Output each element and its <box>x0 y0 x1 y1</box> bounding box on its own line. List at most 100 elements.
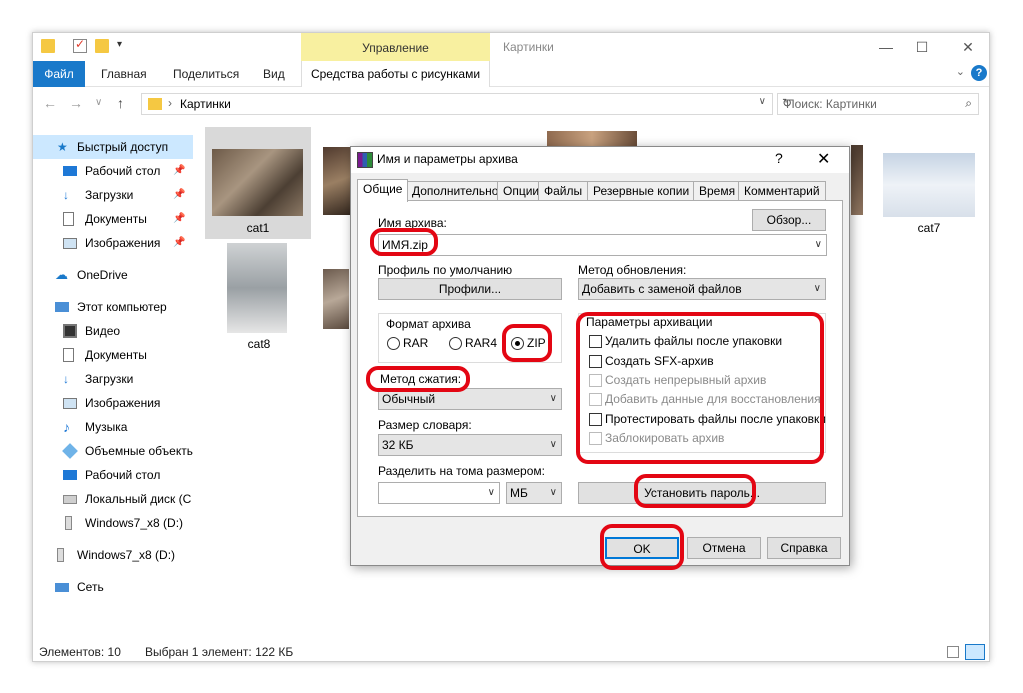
forward-arrow-icon[interactable]: → <box>69 95 83 111</box>
recovery-record-checkbox <box>589 393 602 406</box>
image-thumbnail <box>212 149 303 216</box>
file-item[interactable] <box>323 269 349 331</box>
file-item[interactable]: cat8 <box>223 239 295 351</box>
sidebar-item-video[interactable]: Видео <box>33 319 193 343</box>
tab-advanced[interactable]: Дополнительно <box>406 181 505 201</box>
context-tab-manage[interactable]: Управление <box>301 33 490 61</box>
large-icons-view-icon[interactable] <box>965 644 985 660</box>
split-label: Разделить на тома размером: <box>378 464 545 478</box>
set-password-button[interactable]: Установить пароль... <box>578 482 826 504</box>
pin-icon[interactable]: 📌 <box>173 231 185 255</box>
update-method-label: Метод обновления: <box>578 263 687 277</box>
sidebar-item-label: Локальный диск (C <box>85 492 192 506</box>
ok-button[interactable]: OK <box>605 537 679 559</box>
archive-name-label: Имя архива: <box>378 216 447 230</box>
delete-after-checkbox[interactable] <box>589 335 602 348</box>
dict-size-select[interactable]: 32 КБ ∨ <box>378 434 562 456</box>
sidebar-item-downloads-pc[interactable]: ↓ Загрузки <box>33 367 193 391</box>
tab-backup[interactable]: Резервные копии <box>587 181 696 201</box>
sidebar-item-this-pc[interactable]: Этот компьютер <box>33 295 193 319</box>
compression-select[interactable]: Обычный ∨ <box>378 388 562 410</box>
sidebar-item-label: Сеть <box>77 580 104 594</box>
update-method-value: Добавить с заменой файлов <box>582 282 742 296</box>
minimize-button[interactable]: — <box>871 36 901 58</box>
sidebar-item-3d-objects[interactable]: Объемные объекты <box>33 439 193 463</box>
file-name: cat7 <box>917 221 941 235</box>
sidebar-item-label: Загрузки <box>85 188 134 202</box>
sidebar-item-label: Изображения <box>85 396 161 410</box>
chevron-down-icon[interactable]: ⌄ <box>956 65 965 78</box>
radio-zip[interactable] <box>511 337 524 350</box>
sidebar-item-drive-d-root[interactable]: Windows7_x8 (D:) <box>33 543 193 567</box>
details-view-icon[interactable] <box>947 646 959 658</box>
search-input[interactable]: Поиск: Картинки ⌕ <box>777 93 979 115</box>
radio-rar[interactable] <box>387 337 400 350</box>
tab-files[interactable]: Файлы <box>538 181 589 201</box>
sidebar-item-desktop-pc[interactable]: Рабочий стол <box>33 463 193 487</box>
dialog-close-button[interactable]: ✕ <box>817 149 830 169</box>
archive-name-input[interactable]: ИМЯ.zip ∨ <box>378 234 827 256</box>
help-icon[interactable]: ? <box>971 65 987 81</box>
sidebar-item-network[interactable]: Сеть <box>33 575 193 599</box>
sidebar-item-local-disk-c[interactable]: Локальный диск (C <box>33 487 193 511</box>
browse-button[interactable]: Обзор... <box>752 209 826 231</box>
sidebar-item-quick-access[interactable]: ★ Быстрый доступ <box>33 135 193 159</box>
test-files-checkbox[interactable] <box>589 413 602 426</box>
recent-chevron-icon[interactable]: ∨ <box>95 97 102 108</box>
properties-icon[interactable]: ✓ <box>73 37 87 53</box>
radio-rar4[interactable] <box>449 337 462 350</box>
sidebar-item-label: Объемные объекты <box>85 444 193 458</box>
tab-general[interactable]: Общие <box>357 179 409 202</box>
sidebar-item-pictures[interactable]: Изображения 📌 <box>33 231 193 255</box>
drive-icon <box>63 495 77 504</box>
up-arrow-icon[interactable]: ↑ <box>117 95 124 111</box>
format-label: Формат архива <box>384 317 473 331</box>
sidebar-item-drive-d[interactable]: Windows7_x8 (D:) <box>33 511 193 535</box>
sidebar-item-onedrive[interactable]: ☁ OneDrive <box>33 263 193 287</box>
tab-file[interactable]: Файл <box>33 61 85 87</box>
tab-share[interactable]: Поделиться <box>163 61 249 87</box>
pin-icon[interactable]: 📌 <box>173 183 185 207</box>
sidebar-item-downloads[interactable]: ↓ Загрузки 📌 <box>33 183 193 207</box>
sfx-checkbox[interactable] <box>589 355 602 368</box>
back-arrow-icon[interactable]: ← <box>43 95 57 111</box>
maximize-button[interactable]: ☐ <box>907 36 937 58</box>
tab-picture-tools[interactable]: Средства работы с рисунками <box>301 61 490 87</box>
chevron-down-icon[interactable]: ∨ <box>759 96 766 107</box>
ribbon-tabs: Файл Главная Поделиться Вид Средства раб… <box>33 61 989 87</box>
file-item[interactable] <box>851 145 881 217</box>
update-method-select[interactable]: Добавить с заменой файлов ∨ <box>578 278 826 300</box>
lock-archive-label: Заблокировать архив <box>605 431 725 445</box>
music-icon: ♪ <box>63 419 70 435</box>
address-input[interactable]: › Картинки ∨ <box>141 93 773 115</box>
cancel-button[interactable]: Отмена <box>687 537 761 559</box>
profiles-button[interactable]: Профили... <box>378 278 562 300</box>
pin-icon[interactable]: 📌 <box>173 207 185 231</box>
tab-home[interactable]: Главная <box>91 61 157 87</box>
lock-archive-checkbox <box>589 432 602 445</box>
file-item-selected[interactable]: cat1 <box>205 127 311 239</box>
help-button[interactable]: Справка <box>767 537 841 559</box>
sidebar-item-music[interactable]: ♪ Музыка <box>33 415 193 439</box>
tab-view[interactable]: Вид <box>253 61 295 87</box>
file-item[interactable] <box>323 147 353 217</box>
customize-toolbar-icon[interactable]: ▾ <box>117 39 131 53</box>
image-thumbnail <box>323 269 349 329</box>
pin-icon[interactable]: 📌 <box>173 159 185 183</box>
tab-time[interactable]: Время <box>693 181 742 201</box>
new-folder-icon[interactable] <box>95 39 109 53</box>
split-size-input[interactable]: ∨ <box>378 482 500 504</box>
sidebar-item-documents[interactable]: Документы 📌 <box>33 207 193 231</box>
split-unit-select[interactable]: МБ ∨ <box>506 482 562 504</box>
chevron-down-icon[interactable]: ∨ <box>488 483 495 503</box>
split-unit-value: МБ <box>510 486 528 500</box>
sidebar-item-documents-pc[interactable]: Документы <box>33 343 193 367</box>
sidebar-item-desktop[interactable]: Рабочий стол 📌 <box>33 159 193 183</box>
tab-comment[interactable]: Комментарий <box>738 181 826 201</box>
close-button[interactable]: ✕ <box>953 36 983 58</box>
chevron-down-icon[interactable]: ∨ <box>815 235 822 255</box>
file-item[interactable]: cat7 <box>883 153 979 243</box>
sidebar-item-pictures-pc[interactable]: Изображения <box>33 391 193 415</box>
dialog-help-button[interactable]: ? <box>775 150 783 166</box>
sidebar-item-label: Документы <box>85 212 147 226</box>
